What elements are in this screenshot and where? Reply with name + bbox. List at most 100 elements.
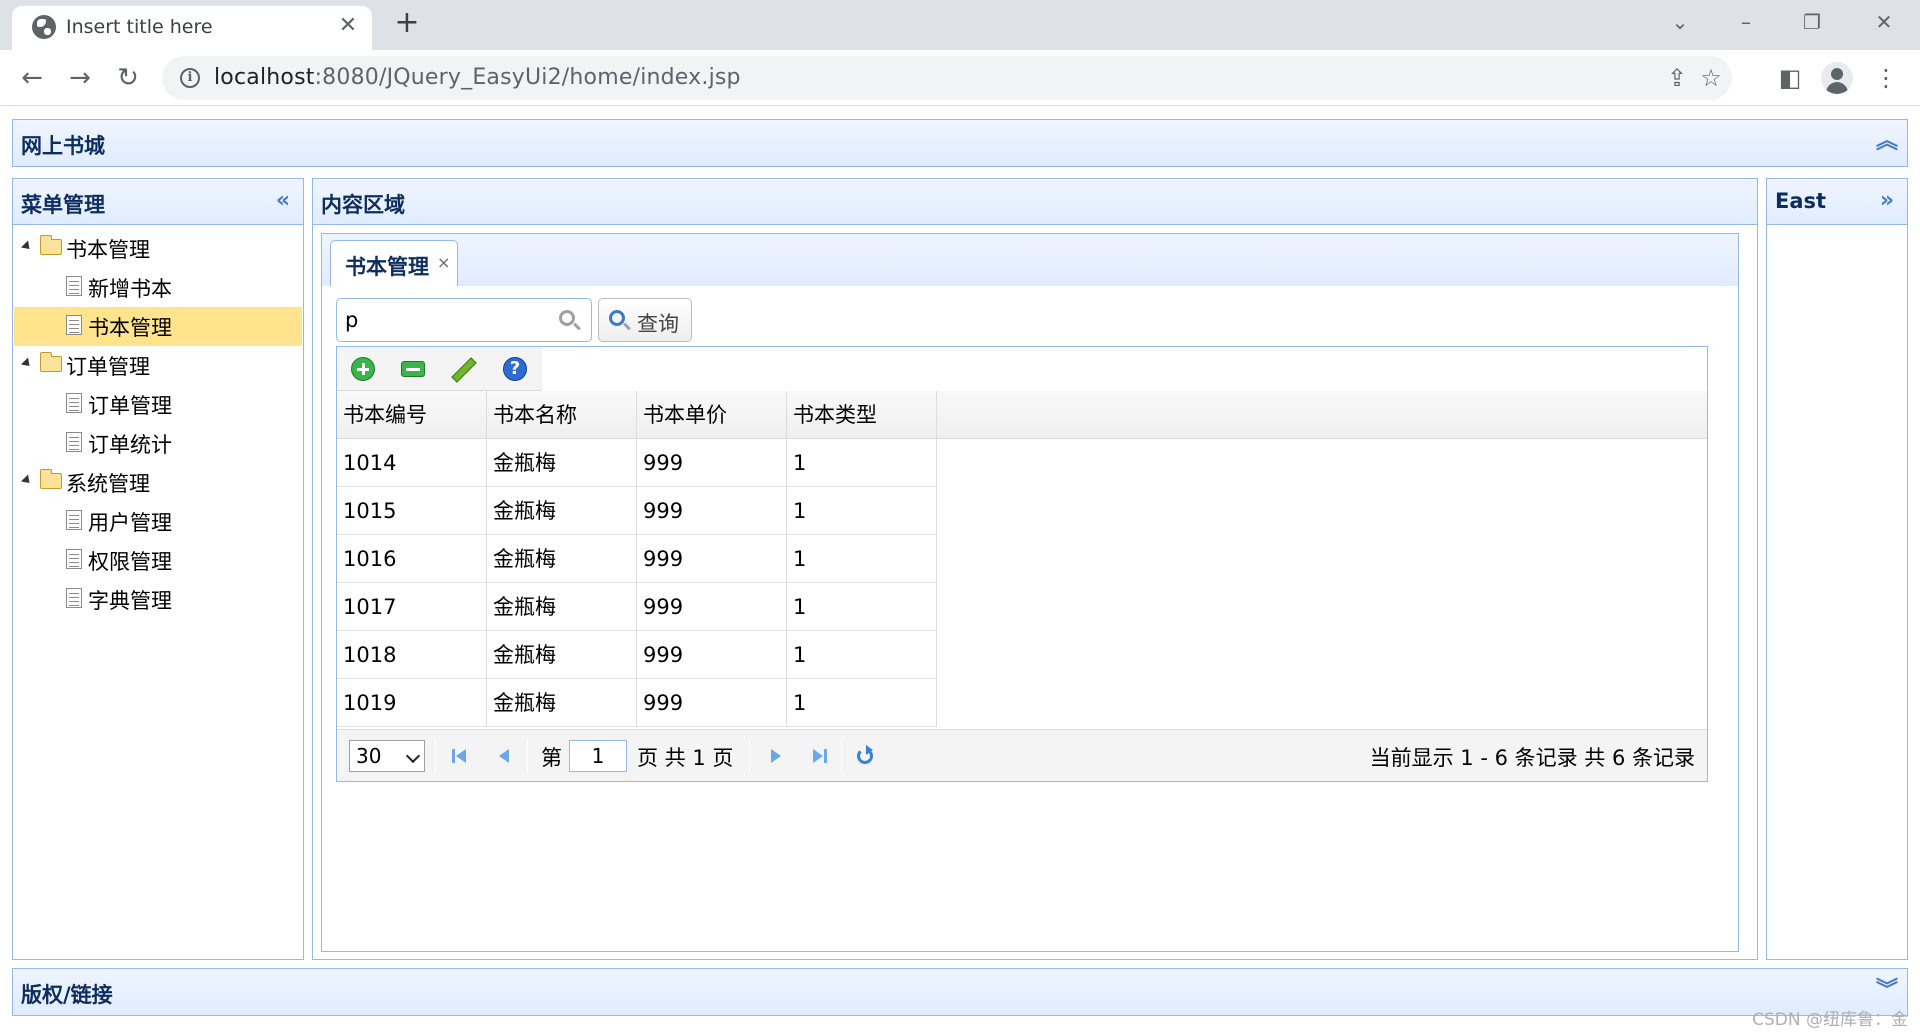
collapse-down-icon[interactable]: ︾ — [1875, 979, 1899, 1003]
table-row[interactable]: 1017 金瓶梅 999 1 — [337, 583, 1707, 631]
site-info-icon[interactable]: i — [180, 68, 200, 88]
folder-icon — [40, 235, 62, 255]
url-text[interactable]: localhost:8080/JQuery_EasyUi2/home/index… — [214, 65, 741, 90]
table-cell: 1 — [787, 439, 937, 487]
table-row[interactable]: 1019 金瓶梅 999 1 — [337, 679, 1707, 727]
side-panel-icon[interactable]: ◧ — [1772, 60, 1808, 96]
first-page-icon[interactable] — [449, 744, 473, 768]
tab-close-icon[interactable]: × — [437, 253, 450, 272]
collapse-left-icon[interactable]: « — [271, 189, 295, 213]
tree-expand-icon[interactable] — [20, 474, 34, 487]
table-cell: 999 — [637, 679, 787, 727]
table-cell: 1017 — [337, 583, 487, 631]
tree-label: 字典管理 — [88, 589, 172, 613]
tree-label: 书本管理 — [66, 238, 150, 262]
minimize-icon[interactable]: – — [1718, 4, 1774, 40]
search-value: p — [345, 308, 359, 332]
file-icon — [66, 588, 82, 608]
south-panel-header: 版权/链接 ︾ — [13, 969, 1907, 1015]
table-row[interactable]: 1014 金瓶梅 999 1 — [337, 439, 1707, 487]
tree-node-order-stats[interactable]: 订单统计 — [14, 424, 302, 463]
tree-node-book-mgmt[interactable]: 书本管理 — [14, 229, 302, 268]
tree-label: 系统管理 — [66, 472, 150, 496]
center-panel-header: 内容区域 — [313, 179, 1757, 225]
tree-node-book-manage[interactable]: 书本管理 — [14, 307, 302, 346]
share-icon[interactable]: ⇪ — [1662, 63, 1692, 93]
tree-expand-icon[interactable] — [20, 357, 34, 370]
last-page-icon[interactable] — [807, 744, 831, 768]
globe-icon — [32, 15, 56, 39]
table-cell: 金瓶梅 — [487, 631, 637, 679]
column-header[interactable]: 书本名称 — [487, 391, 637, 439]
tab-label: 书本管理 — [345, 255, 429, 279]
tree-node-add-book[interactable]: 新增书本 — [14, 268, 302, 307]
pager-separator — [527, 740, 528, 772]
new-tab-button[interactable]: + — [390, 8, 424, 42]
menu-icon[interactable]: ⋮ — [1868, 60, 1904, 96]
column-header[interactable]: 书本单价 — [637, 391, 787, 439]
back-icon[interactable]: ← — [14, 60, 50, 96]
pager-separator — [841, 740, 842, 772]
refresh-icon[interactable] — [853, 744, 877, 768]
table-cell: 999 — [637, 439, 787, 487]
north-panel-title: 网上书城 — [21, 134, 105, 158]
column-header[interactable]: 书本编号 — [337, 391, 487, 439]
search-icon[interactable] — [559, 310, 575, 326]
tree-node-order-manage[interactable]: 订单管理 — [14, 385, 302, 424]
north-panel-header: 网上书城 ︽ — [13, 120, 1907, 166]
browser-tab[interactable]: Insert title here ✕ — [12, 6, 372, 50]
tree-node-user-mgmt[interactable]: 用户管理 — [14, 502, 302, 541]
browser-toolbar: ← → ↻ i localhost:8080/JQuery_EasyUi2/ho… — [0, 50, 1920, 106]
east-panel-header: East » — [1767, 179, 1907, 225]
tree-node-system-mgmt[interactable]: 系统管理 — [14, 463, 302, 502]
tab-close-icon[interactable]: ✕ — [334, 12, 362, 40]
restore-icon[interactable]: ❐ — [1784, 4, 1840, 40]
page-size-select[interactable]: 30 — [349, 740, 425, 772]
file-icon — [66, 549, 82, 569]
bookmark-star-icon[interactable]: ☆ — [1696, 63, 1726, 93]
datagrid-pager: 30 第 1 页 共 1 页 当前显示 1 - 6 条记录 共 6 条记录 — [337, 729, 1707, 781]
tab-book-manage[interactable]: 书本管理 × — [330, 240, 458, 288]
table-row[interactable]: 1016 金瓶梅 999 1 — [337, 535, 1707, 583]
pager-info: 当前显示 1 - 6 条记录 共 6 条记录 — [1369, 746, 1695, 770]
forward-icon[interactable]: → — [62, 60, 98, 96]
tab-search-icon[interactable]: ⌄ — [1652, 4, 1708, 40]
collapse-right-icon[interactable]: » — [1875, 189, 1899, 213]
page-number-input[interactable]: 1 — [569, 740, 627, 772]
address-bar[interactable]: i localhost:8080/JQuery_EasyUi2/home/ind… — [162, 56, 1732, 100]
prev-page-icon[interactable] — [493, 744, 517, 768]
table-cell: 999 — [637, 535, 787, 583]
tree-label: 用户管理 — [88, 511, 172, 535]
tree-node-permission-mgmt[interactable]: 权限管理 — [14, 541, 302, 580]
south-panel-title: 版权/链接 — [21, 983, 113, 1007]
table-cell: 金瓶梅 — [487, 487, 637, 535]
help-icon[interactable]: ? — [503, 357, 527, 381]
tab-content: p 查询 ? 书本编号 书本名称 书本单价 书本类型 1014 金瓶梅 999 … — [321, 286, 1739, 952]
table-row[interactable]: 1018 金瓶梅 999 1 — [337, 631, 1707, 679]
query-button[interactable]: 查询 — [598, 298, 692, 342]
reload-icon[interactable]: ↻ — [110, 60, 146, 96]
south-panel: 版权/链接 ︾ — [12, 968, 1908, 1016]
column-header[interactable]: 书本类型 — [787, 391, 937, 439]
profile-avatar[interactable] — [1821, 62, 1853, 94]
page-size-value: 30 — [356, 744, 382, 768]
table-cell: 金瓶梅 — [487, 679, 637, 727]
window-close-icon[interactable]: ✕ — [1856, 4, 1912, 40]
add-icon[interactable] — [351, 357, 375, 381]
table-cell: 1 — [787, 535, 937, 583]
remove-icon[interactable] — [401, 361, 425, 377]
collapse-up-icon[interactable]: ︽ — [1875, 130, 1899, 154]
search-input[interactable]: p — [336, 298, 592, 342]
tree-node-dict-mgmt[interactable]: 字典管理 — [14, 580, 302, 619]
table-cell: 1 — [787, 583, 937, 631]
page-before-label: 第 — [541, 746, 562, 770]
east-panel-title: East — [1775, 189, 1827, 213]
edit-icon[interactable] — [451, 357, 475, 381]
tree-node-order-mgmt[interactable]: 订单管理 — [14, 346, 302, 385]
table-cell: 金瓶梅 — [487, 535, 637, 583]
folder-icon — [40, 352, 62, 372]
table-row[interactable]: 1015 金瓶梅 999 1 — [337, 487, 1707, 535]
url-host: localhost — [214, 65, 315, 90]
tree-expand-icon[interactable] — [20, 240, 34, 253]
next-page-icon[interactable] — [763, 744, 787, 768]
